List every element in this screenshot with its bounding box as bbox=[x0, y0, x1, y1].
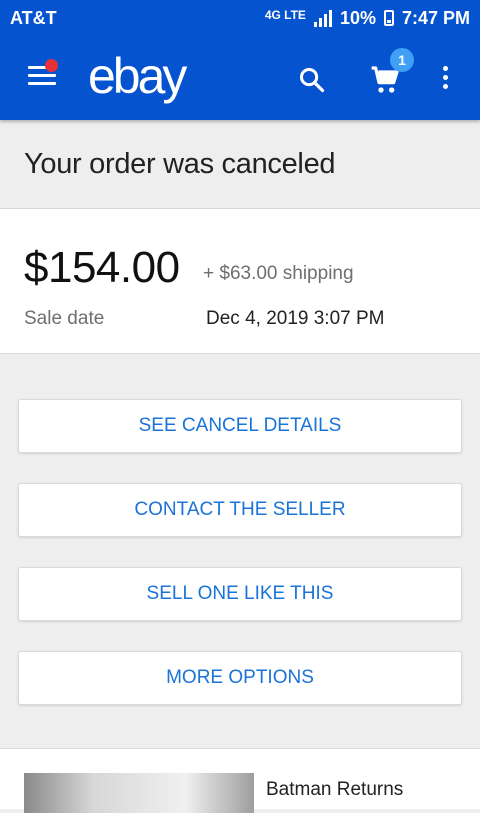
contact-seller-button[interactable]: CONTACT THE SELLER bbox=[18, 483, 462, 537]
shipping-cost: + $63.00 shipping bbox=[203, 263, 354, 284]
more-options-button[interactable]: MORE OPTIONS bbox=[18, 651, 462, 705]
cart-count-badge: 1 bbox=[390, 48, 414, 72]
clock: 7:47 PM bbox=[401, 7, 470, 28]
status-indicators: 4G LTE 10% 7:47 PM bbox=[265, 8, 470, 29]
overflow-menu-icon[interactable] bbox=[442, 66, 450, 92]
app-bar: ebay 1 bbox=[0, 36, 480, 120]
status-bar: AT&T 4G LTE 10% 7:47 PM bbox=[0, 0, 480, 36]
item-card[interactable]: Batman Returns bbox=[0, 748, 480, 813]
search-icon[interactable] bbox=[298, 66, 326, 94]
order-price: $154.00 bbox=[24, 243, 180, 292]
signal-strength-icon bbox=[313, 9, 332, 27]
network-type-icon: 4G LTE bbox=[264, 8, 306, 22]
notification-dot bbox=[45, 59, 58, 72]
item-title[interactable]: Batman Returns bbox=[266, 779, 403, 801]
ebay-logo[interactable]: ebay bbox=[88, 48, 187, 104]
carrier-label: AT&T bbox=[10, 7, 57, 28]
sale-date-label: Sale date bbox=[24, 308, 105, 329]
sell-one-like-this-button[interactable]: SELL ONE LIKE THIS bbox=[18, 567, 462, 621]
menu-icon[interactable] bbox=[28, 59, 58, 86]
item-thumbnail[interactable] bbox=[24, 773, 254, 813]
see-cancel-details-button[interactable]: SEE CANCEL DETAILS bbox=[18, 399, 462, 453]
sale-date-value: Dec 4, 2019 3:07 PM bbox=[206, 308, 385, 329]
order-status-heading: Your order was canceled bbox=[24, 148, 336, 180]
order-summary-card: $154.00 + $63.00 shipping Sale date Dec … bbox=[0, 208, 480, 354]
battery-percent: 10% bbox=[339, 7, 376, 28]
battery-icon bbox=[383, 10, 394, 26]
